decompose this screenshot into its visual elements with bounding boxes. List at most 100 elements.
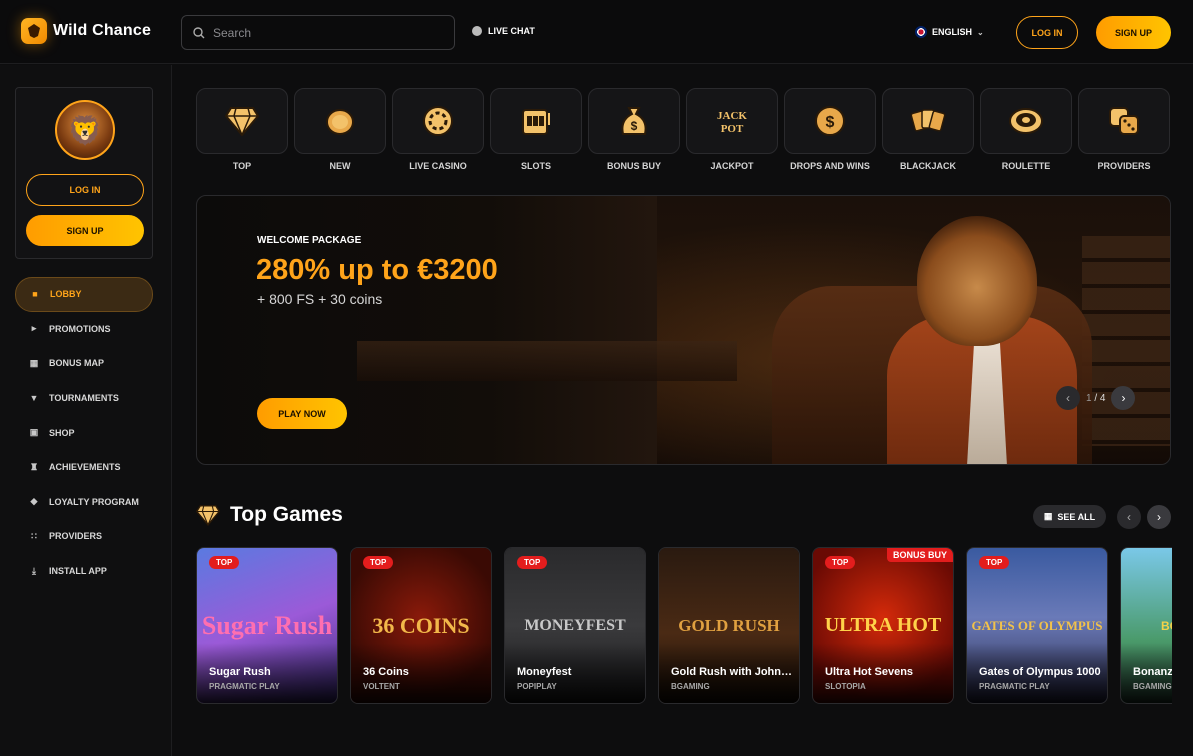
category-live-casino[interactable]: LIVE CASINO — [392, 88, 484, 171]
top-games-header: Top Games — [196, 503, 343, 527]
top-badge: TOP — [979, 556, 1010, 569]
dollar-coin-icon: $ — [784, 88, 876, 154]
category-roulette[interactable]: ROULETTE — [980, 88, 1072, 171]
download-icon: ⤓ — [32, 565, 36, 576]
games-prev-button[interactable]: ‹ — [1117, 505, 1141, 529]
sidebar-item-label: BONUS MAP — [49, 358, 105, 369]
roulette-icon — [980, 88, 1072, 154]
category-label: NEW — [329, 161, 351, 171]
game-provider: VOLTENT — [363, 682, 400, 691]
game-card[interactable]: GOLD RUSH Gold Rush with Johnn... BGAMIN… — [658, 547, 800, 704]
sidebar-item-shop[interactable]: ▣ SHOP — [15, 415, 153, 450]
language-label: ENGLISH — [932, 27, 973, 37]
live-chat-button[interactable]: LIVE CHAT — [472, 26, 535, 36]
sidebar-item-lobby[interactable]: ■ LOBBY — [15, 277, 153, 312]
category-bar: TOP NEW LIVE CASINO SLOTS $ BONUS BUY JA… — [196, 88, 1170, 171]
category-label: PROVIDERS — [1097, 161, 1151, 171]
sidebar-item-install-app[interactable]: ⤓ INSTALL APP — [15, 554, 153, 589]
bonus-buy-ribbon: BONUS BUY — [886, 548, 953, 562]
sidebar-item-tournaments[interactable]: ▼ TOURNAMENTS — [15, 381, 153, 416]
category-label: ROULETTE — [1001, 161, 1051, 171]
top-badge: TOP — [363, 556, 394, 569]
diamond-icon — [196, 505, 220, 526]
megaphone-icon: ▸ — [31, 323, 37, 334]
sidebar-signup-button[interactable]: SIGN UP — [26, 215, 144, 246]
brand-name: Wild Chance — [53, 22, 152, 39]
game-card[interactable]: MONEYFEST TOP Moneyfest POPIPLAY — [504, 547, 646, 704]
category-top[interactable]: TOP — [196, 88, 288, 171]
category-providers[interactable]: PROVIDERS — [1078, 88, 1170, 171]
hero-banner[interactable]: WELCOME PACKAGE 280% up to €3200 + 800 F… — [196, 195, 1171, 465]
lion-head — [917, 216, 1037, 346]
search-box[interactable] — [181, 15, 455, 50]
category-label: JACKPOT — [710, 161, 754, 171]
desk-illustration — [357, 341, 737, 381]
hero-subtitle: + 800 FS + 30 coins — [257, 291, 383, 307]
category-bonus-buy[interactable]: $ BONUS BUY — [588, 88, 680, 171]
diamond-icon — [196, 88, 288, 154]
sidebar-nav: ■ LOBBY ▸ PROMOTIONS ▦ BONUS MAP ▼ TOURN… — [15, 277, 153, 588]
sidebar-item-label: SHOP — [49, 427, 75, 438]
language-selector[interactable]: ENGLISH ⌄ — [915, 26, 984, 38]
svg-text:$: $ — [631, 119, 638, 133]
hero-next-button[interactable]: › — [1111, 386, 1136, 410]
category-blackjack[interactable]: BLACKJACK — [882, 88, 974, 171]
cube-icon: ■ — [32, 289, 38, 300]
sidebar-login-button[interactable]: LOG IN — [26, 174, 144, 206]
sidebar-item-loyalty-program[interactable]: ◆ LOYALTY PROGRAM — [15, 485, 153, 520]
game-provider: PRAGMATIC PLAY — [209, 682, 280, 691]
category-label: LIVE CASINO — [409, 161, 467, 171]
brand-logo[interactable]: Wild Chance — [21, 18, 151, 44]
game-card[interactable]: ULTRA HOT TOP BONUS BUY Ultra Hot Sevens… — [812, 547, 954, 704]
sidebar-item-label: PROMOTIONS — [49, 323, 111, 334]
uk-flag-icon — [915, 26, 927, 38]
top-games-carousel: Sugar Rush TOP Sugar Rush PRAGMATIC PLAY… — [196, 547, 1172, 705]
game-card[interactable]: Sugar Rush TOP Sugar Rush PRAGMATIC PLAY — [196, 547, 338, 704]
category-drops-and-wins[interactable]: $ DROPS AND WINS — [784, 88, 876, 171]
game-card[interactable]: GATES OF OLYMPUS TOP Gates of Olympus 10… — [966, 547, 1108, 704]
hero-pager: ‹ 1 / 4 › — [1056, 386, 1136, 410]
sidebar-item-achievements[interactable]: ♜ ACHIEVEMENTS — [15, 450, 153, 485]
hero-title: 280% up to €3200 — [256, 254, 498, 286]
game-title: Gold Rush with Johnn... — [671, 666, 793, 678]
see-all-button[interactable]: ▦ SEE ALL — [1033, 505, 1106, 528]
section-title: Top Games — [230, 503, 343, 526]
game-card[interactable]: BONANZA Bonanza BGAMING — [1120, 547, 1172, 704]
search-icon — [193, 26, 205, 38]
hero-prev-button[interactable]: ‹ — [1056, 386, 1080, 410]
category-slots[interactable]: SLOTS — [490, 88, 582, 171]
search-input[interactable] — [213, 25, 433, 40]
cards-icon — [882, 88, 974, 154]
category-label: DROPS AND WINS — [790, 161, 870, 171]
map-icon: ▦ — [29, 357, 39, 368]
dice-icon — [1078, 88, 1170, 154]
auth-card: 🦁 LOG IN SIGN UP — [15, 87, 153, 259]
games-next-button[interactable]: › — [1147, 505, 1171, 529]
see-all-label: SEE ALL — [1057, 511, 1096, 522]
slot-machine-icon — [490, 88, 582, 154]
category-label: TOP — [232, 161, 252, 171]
diamond-icon: ◆ — [30, 496, 38, 507]
category-jackpot[interactable]: JACK POT JACKPOT — [686, 88, 778, 171]
sidebar-item-bonus-map[interactable]: ▦ BONUS MAP — [15, 346, 153, 381]
game-card[interactable]: 36 COINS TOP 36 Coins VOLTENT — [350, 547, 492, 704]
sidebar: 🦁 LOG IN SIGN UP ■ LOBBY ▸ PROMOTIONS ▦ … — [0, 65, 172, 756]
grid-icon: ▦ — [1043, 511, 1053, 521]
sidebar-item-providers[interactable]: ∷ PROVIDERS — [15, 519, 153, 554]
top-badge: TOP — [825, 556, 856, 569]
lion-avatar: 🦁 — [55, 100, 115, 160]
header-login-button[interactable]: LOG IN — [1016, 16, 1078, 49]
game-provider: BGAMING — [1133, 682, 1172, 691]
header-signup-button[interactable]: SIGN UP — [1096, 16, 1171, 49]
lion-character-image — [887, 216, 1087, 464]
category-new[interactable]: NEW — [294, 88, 386, 171]
play-now-button[interactable]: PLAY NOW — [257, 398, 347, 429]
game-provider: POPIPLAY — [517, 682, 557, 691]
coin-icon — [294, 88, 386, 154]
game-title: Gates of Olympus 1000 — [979, 666, 1101, 678]
sidebar-item-label: TOURNAMENTS — [49, 393, 119, 404]
sidebar-item-promotions[interactable]: ▸ PROMOTIONS — [15, 312, 153, 347]
trophy-icon: ▼ — [29, 393, 39, 404]
game-provider: PRAGMATIC PLAY — [979, 682, 1050, 691]
live-chat-label: LIVE CHAT — [488, 26, 535, 36]
